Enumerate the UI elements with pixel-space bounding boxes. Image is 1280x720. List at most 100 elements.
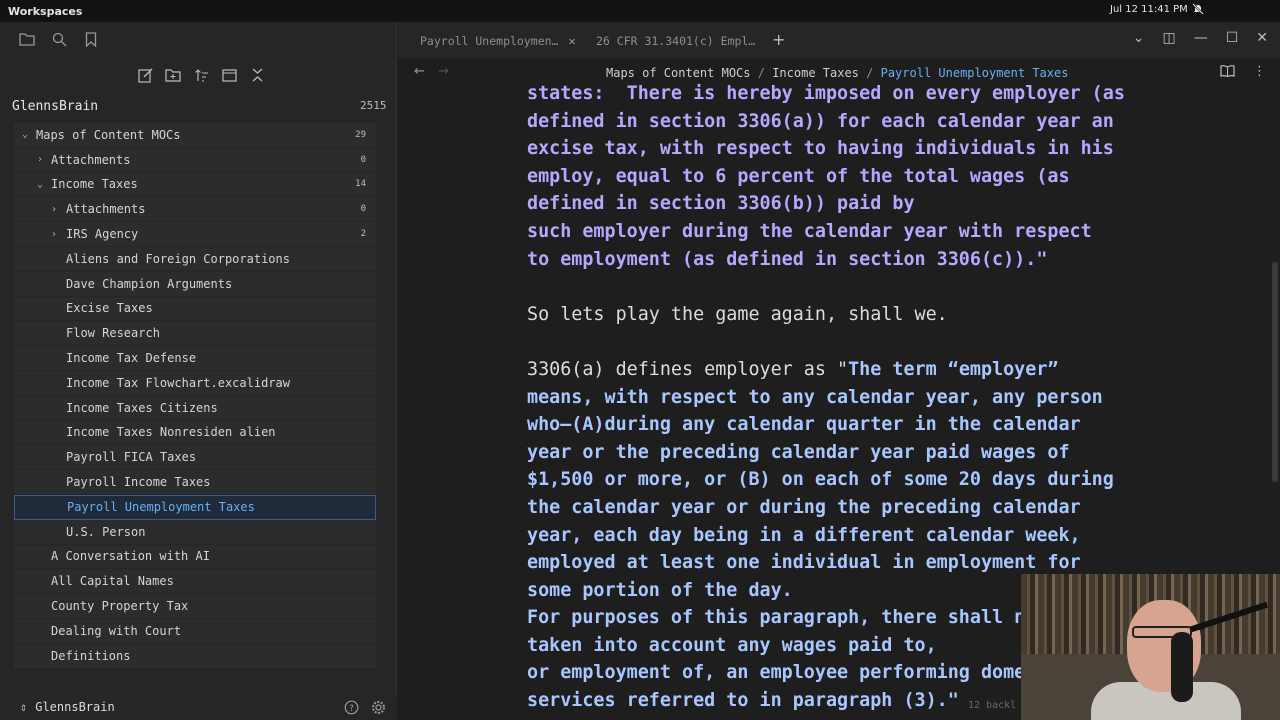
search-icon[interactable] [50,30,68,48]
chevron-down-icon[interactable]: ⌄ [37,179,43,190]
svg-text:?: ? [349,704,354,714]
tree-item[interactable]: ⌄ Maps of Content MOCs 29 [14,123,376,148]
tree-item[interactable]: Income Taxes Citizens [14,395,376,421]
breadcrumb-item[interactable]: Maps of Content MOCs [606,66,751,80]
tree-item-label: U.S. Person [66,524,146,539]
tree-item-label: Income Taxes [51,177,138,192]
tree-item[interactable]: Payroll Unemployment Taxes [14,494,376,520]
quoted-text-line: defined in section 3306(a)) for each cal… [527,110,1114,132]
tree-item-label: Attachments [51,152,131,167]
new-tab-icon[interactable]: + [772,30,785,49]
sidebar-toolbar [136,66,266,84]
breadcrumb-current[interactable]: Payroll Unemployment Taxes [881,66,1069,80]
tree-item[interactable]: › Attachments 0 [14,197,376,223]
chevron-down-icon[interactable]: ⌄ [1133,30,1145,46]
close-window-icon[interactable]: ✕ [1256,30,1268,46]
sidebar-view-switcher [18,30,100,48]
vault-switcher-label: GlennsBrain [35,700,115,714]
editor-scrollbar[interactable] [1272,262,1278,482]
tree-item[interactable]: Income Tax Defense [14,346,376,371]
help-icon[interactable]: ? [342,698,360,716]
quoted-text-line: employed at least one individual in empl… [527,552,1081,574]
sort-icon[interactable] [192,66,210,84]
gear-icon[interactable] [369,698,387,716]
tree-item[interactable]: Income Taxes Nonresiden alien [14,420,376,446]
backlinks-count[interactable]: 12 backl [968,700,1016,711]
tree-item[interactable]: A Conversation with AI [14,544,376,570]
paragraph: So lets play the game again, shall we. [527,303,948,325]
chevron-right-icon[interactable]: › [51,229,57,240]
quoted-text-line: the calendar year or during the precedin… [527,496,1081,518]
tree-item-count: 2 [360,229,366,240]
quoted-text-line: excise tax, with respect to having indiv… [527,138,1114,160]
tree-item[interactable]: Dealing with Court [14,618,376,644]
microphone [1171,632,1193,702]
sidebar-toggle-icon[interactable]: ◫ [1162,30,1175,46]
tab-label: Payroll Unemploymen… [420,34,559,48]
maximize-icon[interactable]: ☐ [1226,30,1239,46]
tree-item[interactable]: ⌄ Income Taxes 14 [14,172,376,198]
arrow-left-icon[interactable]: ← [414,64,425,79]
tree-item-label: Payroll Income Taxes [66,475,211,490]
tree-item-label: Attachments [66,202,146,217]
more-options-icon[interactable]: ⋮ [1253,64,1266,81]
tree-item-label: IRS Agency [66,227,139,242]
bell-off-icon[interactable] [1192,3,1204,18]
bookmark-icon[interactable] [82,30,100,48]
quoted-text-line: to employment (as defined in section 330… [527,248,1048,270]
window-controls: ⌄ ◫ — ☐ ✕ [1133,30,1268,46]
tree-item-label: Payroll FICA Taxes [66,450,197,465]
close-icon[interactable]: ✕ [568,34,575,48]
tree-item-label: Dealing with Court [51,623,182,638]
quoted-definition: The term “employer” [848,358,1059,380]
tree-item[interactable]: › Attachments 0 [14,147,376,173]
tab-26-cfr[interactable]: 26 CFR 31.3401(c) Empl… [596,28,755,54]
tree-item[interactable]: Income Tax Flowchart.excalidraw [14,370,376,396]
tree-item-label: Income Tax Flowchart.excalidraw [66,375,290,390]
new-note-icon[interactable] [136,66,154,84]
tree-item[interactable]: Aliens and Foreign Corporations [14,246,376,272]
tree-item-label: Income Tax Defense [66,351,197,366]
tree-item-count: 0 [360,204,366,215]
quoted-text-line: means, with respect to any calendar year… [527,386,1103,408]
workspaces-title[interactable]: Workspaces [8,5,82,18]
tree-item[interactable]: Definitions [14,643,376,669]
new-folder-icon[interactable] [164,66,182,84]
minimize-icon[interactable]: — [1194,30,1208,46]
collapse-panel-icon[interactable] [220,66,238,84]
breadcrumb-item[interactable]: Income Taxes [772,66,859,80]
chevron-down-icon[interactable]: ⌄ [22,129,28,140]
tree-item-label: Excise Taxes [66,301,153,316]
tree-item[interactable]: Dave Champion Arguments [14,271,376,297]
tree-item[interactable]: County Property Tax [14,594,376,619]
quoted-text-line: year, each day being in a different cale… [527,524,1081,546]
tree-item[interactable]: Payroll Income Taxes [14,470,376,495]
breadcrumb: Maps of Content MOCs / Income Taxes / Pa… [606,66,1068,80]
folder-icon[interactable] [18,30,36,48]
paragraph: 3306(a) defines employer as "The term “e… [527,356,1147,384]
tree-item[interactable]: All Capital Names [14,569,376,595]
tree-item[interactable]: Flow Research [14,321,376,347]
tree-item-label: Aliens and Foreign Corporations [66,251,290,266]
tree-item[interactable]: › IRS Agency 2 [14,222,376,247]
tab-payroll-unemployment[interactable]: Payroll Unemploymen… ✕ [420,28,576,54]
sidebar-footer: ⇕ GlennsBrain ? [0,694,397,720]
breadcrumb-separator: / [757,66,765,80]
system-top-bar: Workspaces Jul 12 11:41 PM [0,0,1280,22]
collapse-all-icon[interactable] [248,66,266,84]
quoted-text-line: employ, equal to 6 percent of the total … [527,165,1070,187]
vault-switcher[interactable]: ⇕ GlennsBrain [20,700,115,714]
tab-label: 26 CFR 31.3401(c) Empl… [596,34,756,48]
tree-item[interactable]: U.S. Person [14,519,376,545]
tree-item[interactable]: Payroll FICA Taxes [14,445,376,471]
vault-name[interactable]: GlennsBrain [12,99,98,114]
reading-view-icon[interactable] [1220,64,1235,81]
tree-item[interactable]: Excise Taxes [14,296,376,322]
chevron-right-icon[interactable]: › [51,204,57,215]
tree-item-label: Flow Research [66,326,160,341]
quoted-text-line: who—(A)during any calendar quarter in th… [527,414,1081,436]
chevron-right-icon[interactable]: › [37,154,43,165]
system-clock[interactable]: Jul 12 11:41 PM [1110,4,1188,15]
arrow-right-icon[interactable]: → [438,64,449,79]
quoted-text-line: such employer during the calendar year w… [527,220,1092,242]
